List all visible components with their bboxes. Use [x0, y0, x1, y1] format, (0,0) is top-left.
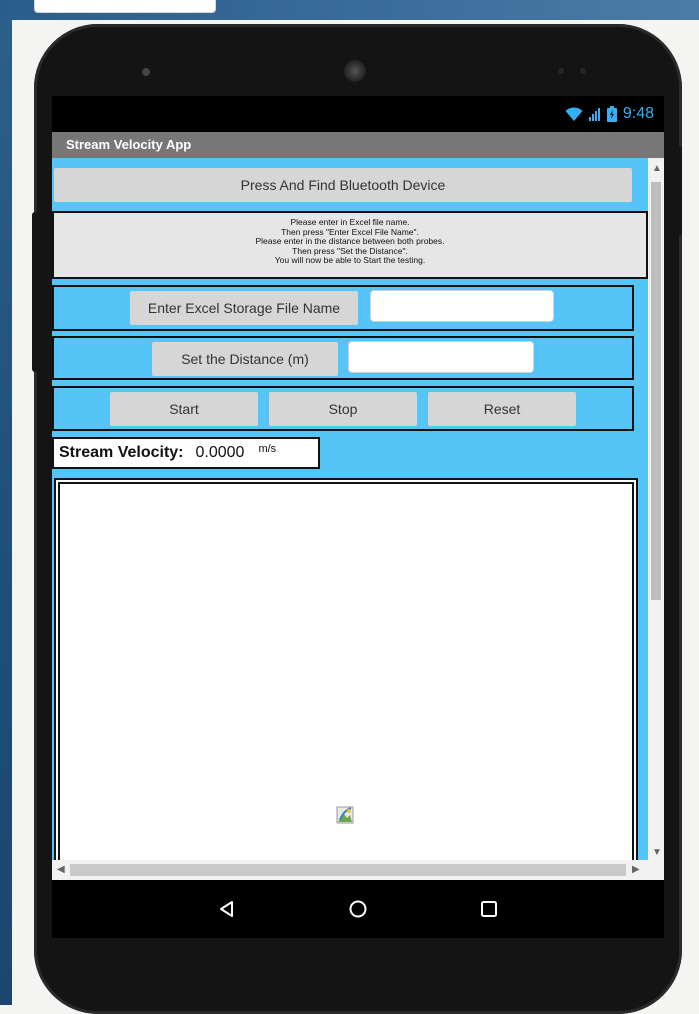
cell-signal-icon	[588, 108, 600, 121]
reset-button[interactable]: Reset	[428, 392, 576, 426]
velocity-value: 0.0000	[195, 444, 245, 461]
horizontal-scrollbar[interactable]: ◀ ▶	[52, 860, 648, 880]
instructions-panel: Please enter in Excel file name. Then pr…	[52, 211, 648, 279]
page-left-band	[0, 0, 12, 1005]
app-title: Stream Velocity App	[52, 132, 664, 158]
speaker-grille-icon	[344, 60, 366, 82]
controls-row: Start Stop Reset	[52, 386, 634, 431]
scroll-up-icon[interactable]: ▲	[652, 164, 662, 174]
instruction-line: You will now be able to Start the testin…	[274, 255, 426, 266]
recents-icon[interactable]	[469, 899, 509, 919]
sensor-dot-icon	[580, 68, 586, 74]
set-distance-button[interactable]: Set the Distance (m)	[152, 342, 338, 376]
scroll-down-icon[interactable]: ▼	[652, 848, 662, 858]
find-bluetooth-button[interactable]: Press And Find Bluetooth Device	[54, 168, 632, 202]
vertical-scroll-thumb[interactable]	[651, 182, 661, 600]
app-content: Press And Find Bluetooth Device Please e…	[52, 158, 648, 880]
horizontal-scroll-thumb[interactable]	[70, 864, 626, 876]
image-placeholder-icon	[336, 806, 354, 824]
velocity-label: Stream Velocity:	[59, 444, 184, 461]
start-button[interactable]: Start	[110, 392, 258, 426]
phone-side-button-right	[676, 146, 682, 236]
distance-row: Set the Distance (m)	[52, 336, 634, 380]
scroll-left-icon[interactable]: ◀	[57, 865, 65, 875]
navigation-bar	[52, 880, 664, 938]
output-canvas[interactable]	[54, 478, 638, 880]
status-bar: 9:48	[52, 96, 664, 132]
front-camera-icon	[142, 68, 150, 76]
distance-input[interactable]	[348, 341, 534, 373]
home-icon[interactable]	[338, 899, 378, 919]
status-time: 9:48	[622, 105, 654, 122]
back-icon[interactable]	[207, 899, 247, 919]
browser-tab[interactable]	[34, 0, 216, 13]
battery-icon	[606, 106, 617, 122]
sensor-dot-icon	[558, 68, 564, 74]
enter-excel-button[interactable]: Enter Excel Storage File Name	[130, 291, 358, 325]
excel-file-name-input[interactable]	[370, 290, 554, 322]
scroll-right-icon[interactable]: ▶	[632, 865, 640, 875]
velocity-display: Stream Velocity: 0.0000 m/s	[52, 437, 320, 469]
stop-button[interactable]: Stop	[269, 392, 417, 426]
velocity-unit: m/s	[258, 443, 277, 455]
phone-side-button-left	[32, 212, 38, 372]
wifi-icon	[565, 107, 583, 121]
excel-row: Enter Excel Storage File Name	[52, 285, 634, 331]
vertical-scrollbar[interactable]: ▲ ▼	[648, 158, 664, 880]
phone-screen: 9:48 Stream Velocity App Press And Find …	[52, 96, 664, 938]
